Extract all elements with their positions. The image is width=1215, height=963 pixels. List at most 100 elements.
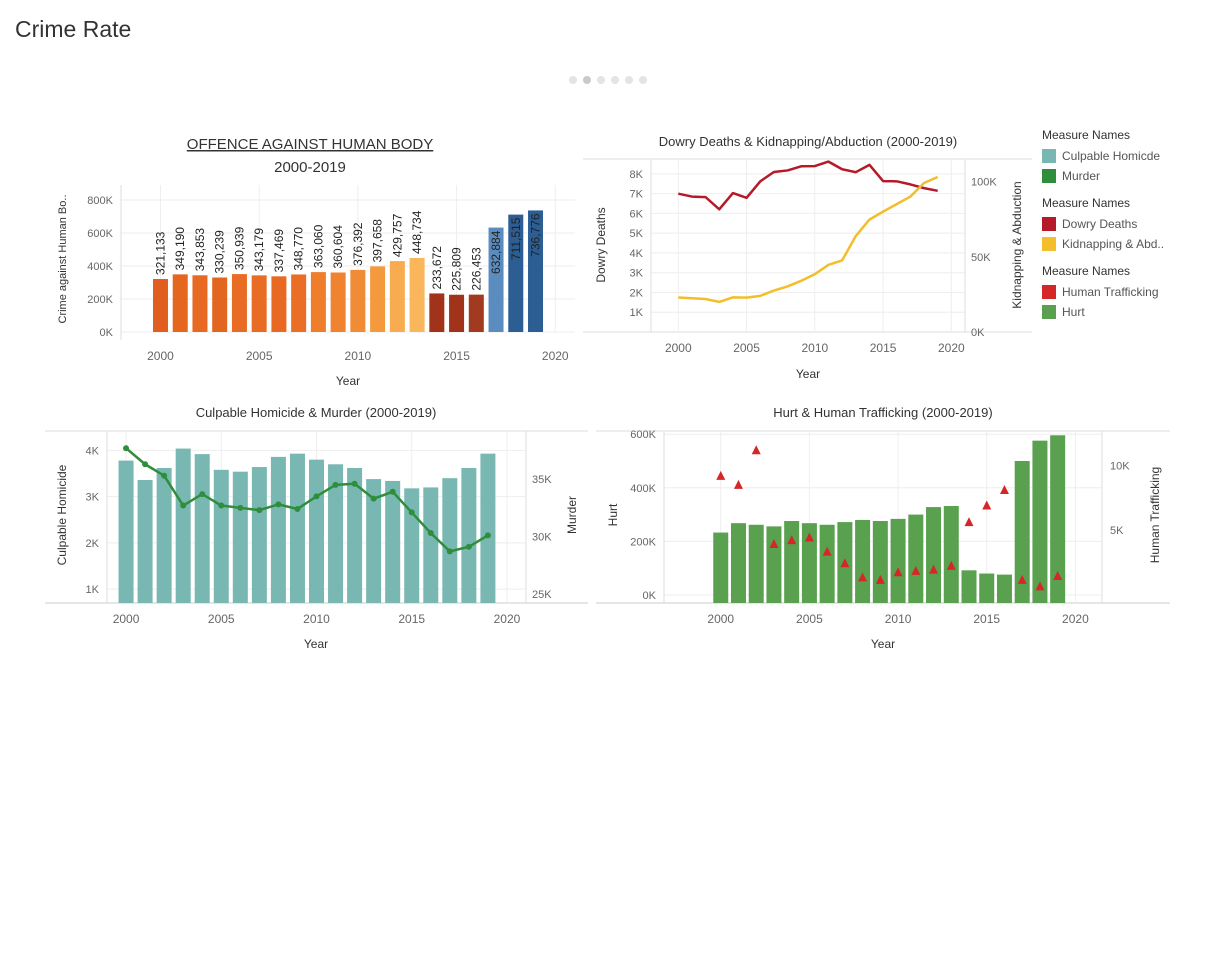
data-label: 632,884 xyxy=(489,230,503,274)
point-murder xyxy=(427,530,434,537)
page-title: Crime Rate xyxy=(15,16,132,42)
hurt-trafficking-chart: Hurt & Human Trafficking (2000-2019) 0K 20… xyxy=(596,405,1170,651)
bar-culpable-homicide xyxy=(423,487,439,603)
point-murder xyxy=(484,532,491,539)
point-murder xyxy=(370,495,377,502)
bar xyxy=(310,272,326,332)
pager-dot[interactable] xyxy=(569,76,577,84)
point-human-trafficking xyxy=(733,479,743,489)
bar-hurt xyxy=(872,521,888,603)
data-label: 343,853 xyxy=(193,228,207,272)
x-tick-label: 2015 xyxy=(973,612,1000,626)
y-right-tick-label: 5K xyxy=(1110,525,1124,537)
data-label: 337,469 xyxy=(272,229,286,273)
point-murder xyxy=(123,445,130,452)
legend-group-title: Measure Names xyxy=(1042,264,1131,278)
point-human-trafficking xyxy=(964,517,974,527)
culpable-murder-chart: Culpable Homicide & Murder (2000-2019) 1K… xyxy=(45,405,588,651)
legend-swatch xyxy=(1042,285,1056,299)
bar xyxy=(212,277,228,332)
point-murder xyxy=(465,543,472,550)
bar xyxy=(330,272,346,332)
point-murder xyxy=(351,480,358,487)
legend-item[interactable]: Culpable Homicde xyxy=(1042,146,1212,166)
point-human-trafficking xyxy=(999,485,1009,495)
data-label: 225,809 xyxy=(450,247,464,291)
point-murder xyxy=(446,548,453,555)
legend-item[interactable]: Kidnapping & Abd.. xyxy=(1042,234,1212,254)
bar-culpable-homicide xyxy=(137,480,153,603)
pager-dot[interactable] xyxy=(625,76,633,84)
x-tick-label: 2020 xyxy=(938,341,965,355)
legend-item[interactable]: Hurt xyxy=(1042,302,1212,322)
bar-hurt xyxy=(996,574,1012,603)
data-label: 233,672 xyxy=(430,246,444,290)
y-right-tick-label: 35K xyxy=(532,474,552,486)
legend-label: Culpable Homicde xyxy=(1062,149,1161,163)
point-murder xyxy=(218,502,225,509)
pager-dot[interactable] xyxy=(583,76,591,84)
y-right-tick-label: 25K xyxy=(532,589,552,601)
bar-hurt xyxy=(943,506,959,603)
bar-hurt xyxy=(890,518,906,603)
y-axis-label: Crime against Human Bo.. xyxy=(57,195,69,324)
bar-hurt xyxy=(979,573,995,603)
measure-legend: Measure Names Culpable Homicde Murder Measu… xyxy=(1042,128,1212,332)
point-murder xyxy=(199,491,206,498)
x-tick-label: 2000 xyxy=(113,612,140,626)
legend-item[interactable]: Murder xyxy=(1042,166,1212,186)
bar-culpable-homicide xyxy=(118,460,134,603)
bar-hurt xyxy=(961,570,977,603)
legend-group: Measure Names Dowry Deaths Kidnapping & Ab… xyxy=(1042,196,1212,254)
bar xyxy=(389,261,405,332)
pager-dot[interactable] xyxy=(639,76,647,84)
data-label: 429,757 xyxy=(390,213,404,257)
x-tick-label: 2020 xyxy=(542,349,569,363)
bar-culpable-homicide xyxy=(289,453,305,603)
bar-culpable-homicide xyxy=(175,448,191,603)
pager-dot[interactable] xyxy=(611,76,619,84)
point-human-trafficking xyxy=(716,470,726,480)
y-left-tick-label: 1K xyxy=(630,307,644,319)
point-murder xyxy=(332,481,339,488)
point-murder xyxy=(275,501,282,508)
y-left-tick-label: 2K xyxy=(86,538,100,550)
data-label: 448,734 xyxy=(410,210,424,254)
bar-culpable-homicide xyxy=(156,467,172,603)
bar-culpable-homicide xyxy=(251,467,267,603)
y-tick-label: 800K xyxy=(87,195,113,207)
legend-item[interactable]: Human Trafficking xyxy=(1042,282,1212,302)
page-pager[interactable] xyxy=(569,76,647,84)
x-axis-label: Year xyxy=(336,374,360,388)
y-left-tick-label: 6K xyxy=(630,208,644,220)
legend-group: Measure Names Culpable Homicde Murder xyxy=(1042,128,1212,186)
data-label: 350,939 xyxy=(232,226,246,270)
x-tick-label: 2015 xyxy=(443,349,470,363)
bar-culpable-homicide xyxy=(194,454,210,603)
y-right-tick-label: 50K xyxy=(971,252,991,264)
bar xyxy=(192,275,208,332)
y-left-axis-label: Dowry Deaths xyxy=(594,207,608,282)
bar xyxy=(271,276,287,332)
pager-dot[interactable] xyxy=(597,76,605,84)
bar xyxy=(231,274,247,332)
point-murder xyxy=(389,488,396,495)
x-tick-label: 2010 xyxy=(345,349,372,363)
series-line-kidnapping-abd- xyxy=(678,175,939,304)
y-left-tick-label: 1K xyxy=(86,584,100,596)
point-murder xyxy=(294,505,301,512)
x-tick-label: 2020 xyxy=(1062,612,1089,626)
legend-item[interactable]: Dowry Deaths xyxy=(1042,214,1212,234)
bar xyxy=(350,269,366,332)
data-label: 343,179 xyxy=(252,228,266,272)
y-left-axis-label: Hurt xyxy=(606,503,620,526)
chart-title: Hurt & Human Trafficking (2000-2019) xyxy=(773,405,992,420)
y-left-tick-label: 600K xyxy=(630,429,656,441)
bar-culpable-homicide xyxy=(309,459,324,603)
point-murder xyxy=(256,507,263,514)
bar-hurt xyxy=(784,521,800,603)
x-tick-label: 2010 xyxy=(885,612,912,626)
y-right-axis-label: Kidnapping & Abduction xyxy=(1010,181,1024,308)
y-tick-label: 200K xyxy=(87,294,113,306)
y-tick-label: 400K xyxy=(87,261,113,273)
